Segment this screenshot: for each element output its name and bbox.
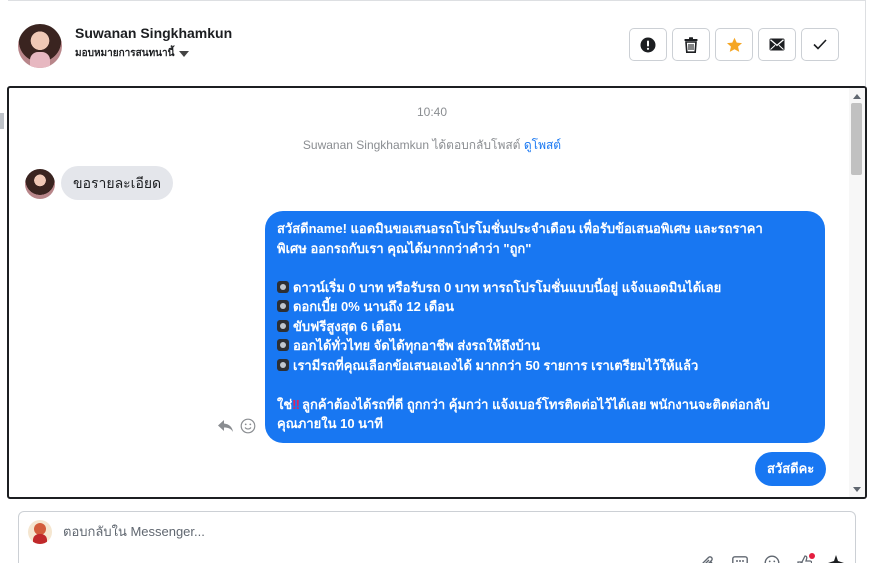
outgoing-message-promo: สวัสดีname! แอดมินขอเสนอรถโปรโมชั่นประจำ… — [265, 211, 825, 443]
saved-replies-icon — [732, 556, 748, 563]
message-tools — [217, 418, 256, 434]
post-reply-notice: Suwanan Singkhamkun ได้ตอบกลับโพสต์ ดูโพ… — [9, 136, 855, 155]
camera-emoji-icon — [277, 280, 289, 293]
camera-emoji-icon — [277, 300, 289, 312]
closing-prefix: ใช่ — [277, 396, 293, 412]
scroll-up-arrow-icon[interactable] — [853, 94, 861, 99]
message-thread[interactable]: 10:40 Suwanan Singkhamkun ได้ตอบกลับโพสต… — [7, 86, 867, 499]
scroll-down-arrow-icon[interactable] — [853, 487, 861, 492]
saved-replies-button[interactable] — [731, 554, 749, 563]
page-avatar — [28, 520, 52, 544]
trash-icon — [684, 36, 698, 53]
composer-tools — [699, 553, 845, 563]
message-line: พิเศษ ออกรถกับเรา คุณได้มากกว่าคำว่า "ถู… — [277, 240, 532, 256]
camera-emoji-icon — [277, 358, 289, 371]
message-line: สวัสดีname! แอดมินขอเสนอรถโปรโมชั่นประจำ… — [277, 221, 763, 236]
star-button[interactable] — [715, 28, 753, 61]
contact-name[interactable]: Suwanan Singkhamkun — [75, 25, 232, 41]
message-line: คุณภายใน 10 นาที — [277, 416, 383, 431]
notification-dot — [809, 553, 815, 559]
camera-emoji-icon — [277, 319, 289, 332]
exclamation-circle-icon — [640, 37, 656, 52]
bullet-text: ดอกเบี้ย 0% นานถึง 12 เดือน — [293, 299, 455, 314]
header-actions — [629, 28, 839, 61]
assign-conversation-dropdown[interactable]: มอบหมายการสนทนานี้ — [75, 46, 190, 61]
bullet-line: ออกได้ทั่วไทย จัดได้ทุกอาชีพ ส่งรถให้ถึง… — [277, 336, 813, 356]
bullet-line: ดอกเบี้ย 0% นานถึง 12 เดือน — [277, 297, 813, 317]
paperclip-icon — [702, 556, 713, 563]
inbox-conversation-view: Suwanan Singkhamkun มอบหมายการสนทนานี้ 1… — [0, 0, 876, 563]
delete-button[interactable] — [672, 28, 710, 61]
bullet-text: ดาวน์เริ่ม 0 บาท หรือรับรถ 0 บาท หารถโปร… — [293, 279, 722, 295]
left-panel-edge — [0, 113, 4, 129]
bullet-text: เรามีรถที่คุณเลือกข้อเสนอเองได้ มากกว่า … — [293, 357, 699, 373]
bullet-line: ดาวน์เริ่ม 0 บาท หรือรับรถ 0 บาท หารถโปร… — [277, 278, 813, 298]
reply-input[interactable] — [63, 524, 663, 539]
double-exclamation-icon: ‼ — [292, 396, 301, 412]
ai-assist-button[interactable] — [827, 554, 845, 563]
sender-avatar — [25, 169, 55, 199]
check-icon — [813, 39, 827, 50]
closing-text: ลูกค้าต้องได้รถที่ดี ถูกกว่า คุ้มกว่า แจ… — [302, 396, 770, 412]
bullet-line: ขับฟรีสูงสุด 6 เดือน — [277, 317, 813, 337]
conversation-header: Suwanan Singkhamkun มอบหมายการสนทนานี้ — [0, 0, 876, 86]
view-post-link[interactable]: ดูโพสต์ — [524, 138, 561, 152]
message-line: ใช่‼ ลูกค้าต้องได้รถที่ดี ถูกกว่า คุ้มกว่… — [277, 395, 813, 415]
envelope-icon — [769, 38, 785, 51]
react-emoji-icon[interactable] — [240, 418, 256, 434]
camera-emoji-icon — [277, 339, 289, 351]
emoji-button[interactable] — [763, 554, 781, 563]
bullet-text: ขับฟรีสูงสุด 6 เดือน — [293, 318, 402, 334]
like-button[interactable] — [795, 553, 815, 563]
thread-scrollbar[interactable] — [849, 88, 865, 497]
reply-icon[interactable] — [217, 419, 234, 433]
sparkle-icon — [828, 555, 844, 563]
report-button[interactable] — [629, 28, 667, 61]
assign-conversation-label: มอบหมายการสนทนานี้ — [75, 48, 175, 59]
reply-composer — [18, 511, 856, 563]
emoji-icon — [764, 555, 780, 563]
attach-file-button[interactable] — [699, 554, 717, 563]
bullet-line: เรามีรถที่คุณเลือกข้อเสนอเองได้ มากกว่า … — [277, 356, 813, 376]
mark-unread-button[interactable] — [758, 28, 796, 61]
outgoing-message-greeting: สวัสดีคะ — [755, 452, 827, 486]
post-reply-notice-text: Suwanan Singkhamkun ได้ตอบกลับโพสต์ — [302, 138, 521, 152]
message-timestamp: 10:40 — [416, 105, 448, 119]
mark-done-button[interactable] — [801, 28, 839, 61]
bullet-text: ออกได้ทั่วไทย จัดได้ทุกอาชีพ ส่งรถให้ถึง… — [293, 338, 540, 353]
caret-down-icon — [179, 50, 190, 57]
contact-avatar[interactable] — [18, 24, 62, 68]
scroll-thumb[interactable] — [851, 103, 862, 175]
star-icon — [726, 37, 742, 52]
incoming-message: ขอรายละเอียด — [61, 166, 174, 200]
